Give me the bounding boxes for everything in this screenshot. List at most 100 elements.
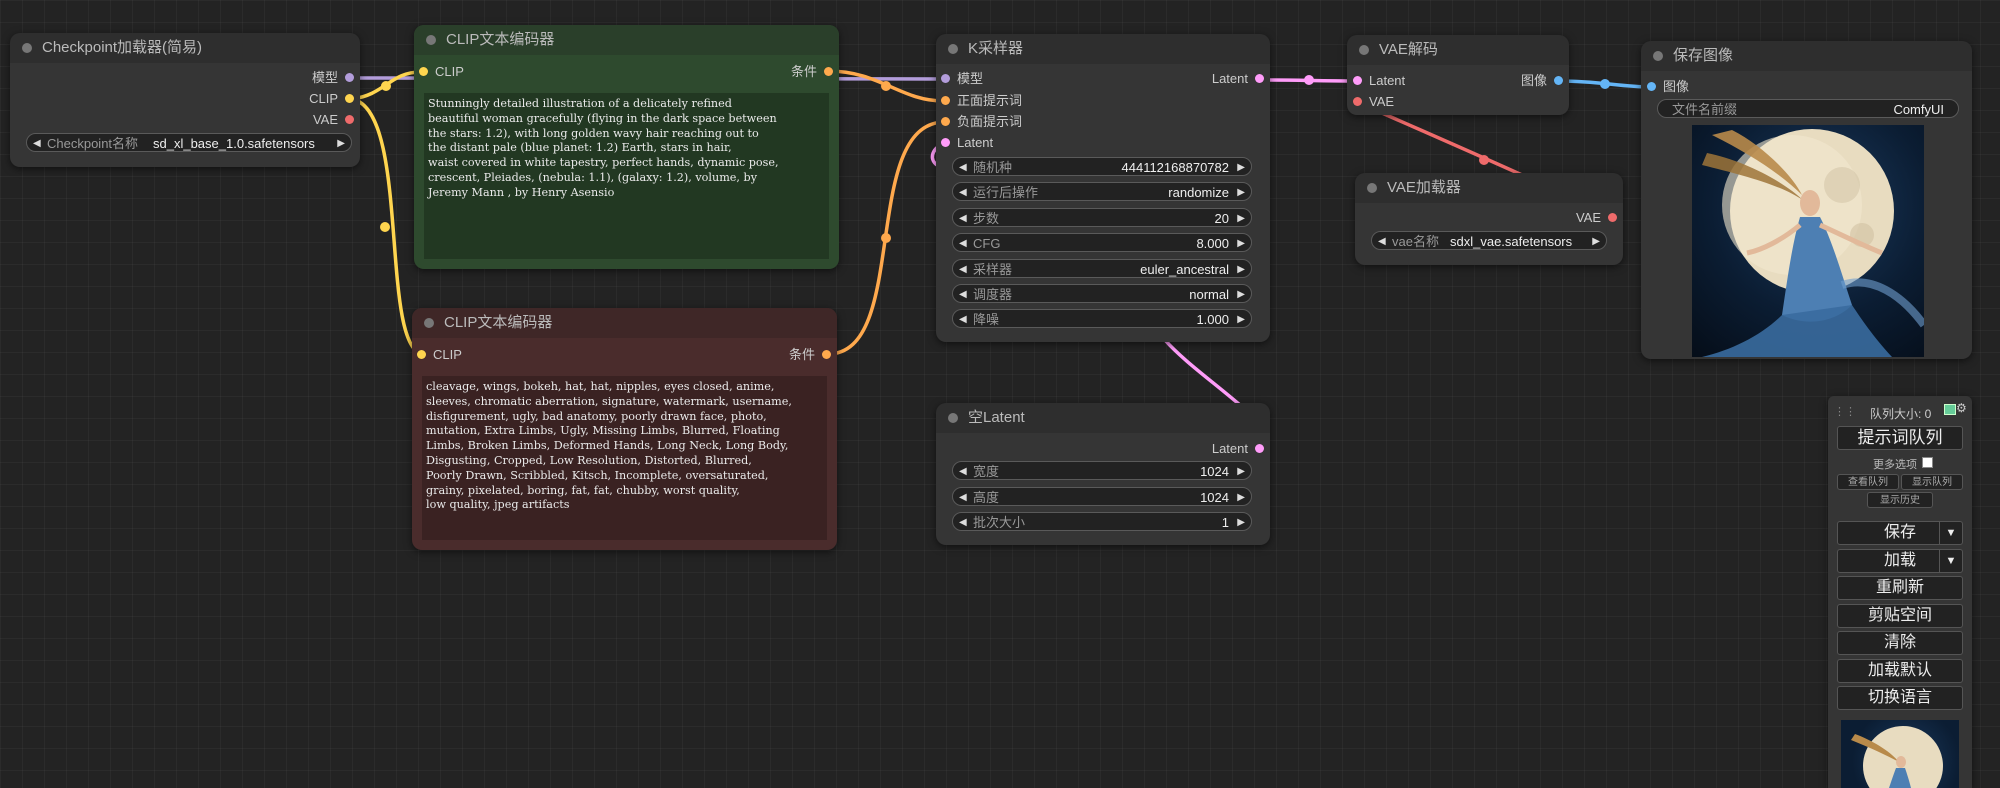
vae-name-combo[interactable]: ◀ vae名称 sdxl_vae.safetensors ▶ — [1371, 231, 1607, 250]
cfg-widget[interactable]: ◀ CFG 8.000 ▶ — [952, 233, 1252, 252]
output-image[interactable]: 图像 — [1521, 72, 1563, 90]
node-title[interactable]: K采样器 — [936, 34, 1270, 64]
extra-options-checkbox[interactable] — [1922, 457, 1933, 468]
triangle-left-icon[interactable]: ◀ — [959, 260, 967, 279]
caret-down-icon[interactable]: ▼ — [1939, 550, 1962, 572]
vae-loader-node[interactable]: VAE加载器 VAE ◀ vae名称 sdxl_vae.safetensors … — [1355, 173, 1623, 265]
triangle-right-icon[interactable]: ▶ — [1237, 260, 1245, 279]
node-title[interactable]: 保存图像 — [1641, 41, 1972, 71]
triangle-right-icon[interactable]: ▶ — [1237, 285, 1245, 304]
triangle-left-icon[interactable]: ◀ — [959, 158, 967, 177]
output-latent[interactable]: Latent — [1212, 70, 1264, 88]
input-model[interactable]: 模型 — [941, 70, 983, 88]
clear-button[interactable]: 清除 — [1837, 631, 1963, 655]
show-queue-button[interactable]: 显示队列 — [1901, 474, 1963, 490]
gear-icon[interactable]: ⚙ — [1956, 401, 1967, 415]
batch-size-widget[interactable]: ◀ 批次大小 1 ▶ — [952, 512, 1252, 531]
output-vae[interactable]: VAE — [1576, 209, 1617, 227]
queue-prompt-button[interactable]: 提示词队列 — [1837, 426, 1963, 450]
clip-text-encode-negative-node[interactable]: CLIP文本编码器 CLIP 条件 cleavage, wings, bokeh… — [412, 308, 837, 550]
triangle-right-icon[interactable]: ▶ — [1237, 488, 1245, 507]
triangle-right-icon[interactable]: ▶ — [1237, 158, 1245, 177]
triangle-left-icon[interactable]: ◀ — [959, 285, 967, 304]
circle-dot-icon[interactable] — [424, 318, 434, 328]
load-default-button[interactable]: 加载默认 — [1837, 659, 1963, 683]
ksampler-node[interactable]: K采样器 模型 正面提示词 负面提示词 Latent Latent ◀ 随机种 44… — [936, 34, 1270, 342]
triangle-left-icon[interactable]: ◀ — [959, 209, 967, 228]
view-history-button[interactable]: 显示历史 — [1867, 492, 1933, 508]
input-clip[interactable]: CLIP — [417, 346, 462, 364]
history-thumbnail[interactable] — [1841, 720, 1959, 788]
input-positive[interactable]: 正面提示词 — [941, 92, 1022, 110]
triangle-right-icon[interactable]: ▶ — [1237, 234, 1245, 253]
triangle-left-icon[interactable]: ◀ — [959, 310, 967, 329]
circle-dot-icon[interactable] — [22, 43, 32, 53]
steps-widget[interactable]: ◀ 步数 20 ▶ — [952, 208, 1252, 227]
triangle-right-icon[interactable]: ▶ — [1237, 183, 1245, 202]
output-image-preview[interactable] — [1692, 125, 1924, 357]
triangle-left-icon[interactable]: ◀ — [1378, 232, 1386, 251]
output-clip[interactable]: CLIP — [309, 90, 354, 108]
input-clip[interactable]: CLIP — [419, 63, 464, 81]
sampler-widget[interactable]: ◀ 采样器 euler_ancestral ▶ — [952, 259, 1252, 278]
checkpoint-name-combo[interactable]: ◀ Checkpoint名称 sd_xl_base_1.0.safetensor… — [26, 133, 352, 152]
side-menu[interactable]: ⋮⋮ 队列大小: 0 ⚙ 提示词队列 更多选项 查看队列 显示队列 显示历史 保… — [1828, 396, 1972, 788]
prompt-textarea[interactable]: Stunningly detailed illustration of a de… — [424, 93, 829, 259]
caret-down-icon[interactable]: ▼ — [1939, 522, 1962, 544]
image-icon[interactable] — [1944, 404, 1956, 415]
denoise-widget[interactable]: ◀ 降噪 1.000 ▶ — [952, 309, 1252, 328]
input-latent[interactable]: Latent — [1353, 72, 1405, 90]
triangle-right-icon[interactable]: ▶ — [1237, 310, 1245, 329]
triangle-right-icon[interactable]: ▶ — [1237, 462, 1245, 481]
triangle-left-icon[interactable]: ◀ — [959, 513, 967, 532]
output-conditioning[interactable]: 条件 — [789, 346, 831, 364]
empty-latent-node[interactable]: 空Latent Latent ◀ 宽度 1024 ▶ ◀ 高度 1024 ▶ ◀ 批次大小 1 ▶ — [936, 403, 1270, 545]
view-queue-button[interactable]: 查看队列 — [1837, 474, 1899, 490]
triangle-right-icon[interactable]: ▶ — [1237, 513, 1245, 532]
refresh-button[interactable]: 重刷新 — [1837, 576, 1963, 600]
input-negative[interactable]: 负面提示词 — [941, 113, 1022, 131]
seed-widget[interactable]: ◀ 随机种 444112168870782 ▶ — [952, 157, 1252, 176]
node-title[interactable]: CLIP文本编码器 — [412, 308, 837, 338]
filename-prefix-widget[interactable]: 文件名前缀 ComfyUI — [1657, 99, 1959, 118]
circle-dot-icon[interactable] — [1359, 45, 1369, 55]
node-title[interactable]: Checkpoint加载器(简易) — [10, 33, 360, 63]
width-widget[interactable]: ◀ 宽度 1024 ▶ — [952, 461, 1252, 480]
triangle-left-icon[interactable]: ◀ — [33, 134, 41, 153]
drag-handle-icon[interactable]: ⋮⋮ — [1834, 405, 1856, 418]
node-title[interactable]: CLIP文本编码器 — [414, 25, 839, 55]
node-title[interactable]: 空Latent — [936, 403, 1270, 433]
save-image-node[interactable]: 保存图像 图像 文件名前缀 ComfyUI — [1641, 41, 1972, 359]
output-conditioning[interactable]: 条件 — [791, 63, 833, 81]
input-image[interactable]: 图像 — [1647, 78, 1689, 96]
scheduler-widget[interactable]: ◀ 调度器 normal ▶ — [952, 284, 1252, 303]
negative-prompt-textarea[interactable]: cleavage, wings, bokeh, hat, hat, nipple… — [422, 376, 827, 540]
input-latent[interactable]: Latent — [941, 134, 993, 152]
output-latent[interactable]: Latent — [1212, 440, 1264, 458]
control-after-generate-widget[interactable]: ◀ 运行后操作 randomize ▶ — [952, 182, 1252, 201]
clipspace-button[interactable]: 剪贴空间 — [1837, 604, 1963, 628]
circle-dot-icon[interactable] — [1653, 51, 1663, 61]
input-vae[interactable]: VAE — [1353, 93, 1394, 111]
triangle-left-icon[interactable]: ◀ — [959, 234, 967, 253]
output-vae[interactable]: VAE — [313, 111, 354, 129]
vae-decode-node[interactable]: VAE解码 Latent VAE 图像 — [1347, 35, 1569, 115]
save-button[interactable]: 保存 ▼ — [1837, 521, 1963, 545]
node-title[interactable]: VAE加载器 — [1355, 173, 1623, 203]
triangle-left-icon[interactable]: ◀ — [959, 462, 967, 481]
triangle-right-icon[interactable]: ▶ — [337, 134, 345, 153]
circle-dot-icon[interactable] — [948, 44, 958, 54]
circle-dot-icon[interactable] — [948, 413, 958, 423]
circle-dot-icon[interactable] — [1367, 183, 1377, 193]
circle-dot-icon[interactable] — [426, 35, 436, 45]
triangle-right-icon[interactable]: ▶ — [1592, 232, 1600, 251]
triangle-left-icon[interactable]: ◀ — [959, 488, 967, 507]
switch-locale-button[interactable]: 切换语言 — [1837, 686, 1963, 710]
clip-text-encode-positive-node[interactable]: CLIP文本编码器 CLIP 条件 Stunningly detailed il… — [414, 25, 839, 269]
height-widget[interactable]: ◀ 高度 1024 ▶ — [952, 487, 1252, 506]
triangle-left-icon[interactable]: ◀ — [959, 183, 967, 202]
output-model[interactable]: 模型 — [312, 69, 354, 87]
load-button[interactable]: 加载 ▼ — [1837, 549, 1963, 573]
checkpoint-loader-node[interactable]: Checkpoint加载器(简易) 模型 CLIP VAE ◀ Checkpoi… — [10, 33, 360, 167]
node-title[interactable]: VAE解码 — [1347, 35, 1569, 65]
